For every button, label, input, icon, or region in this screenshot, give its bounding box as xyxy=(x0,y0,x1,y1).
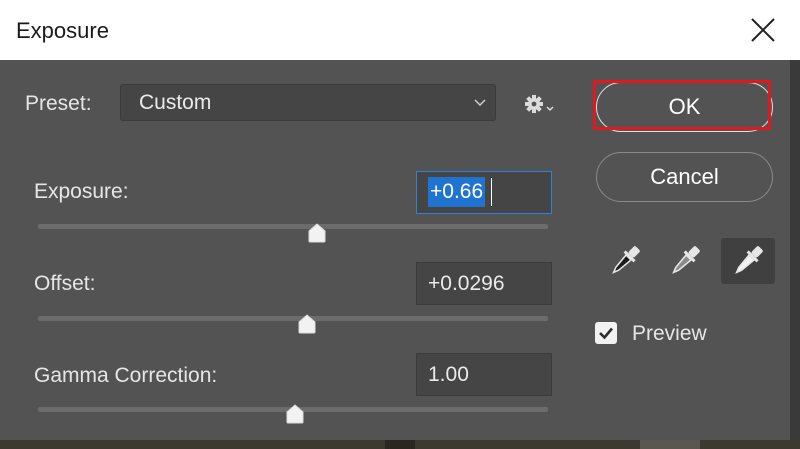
exposure-selected-text: +0.66 xyxy=(428,177,486,207)
offset-field[interactable] xyxy=(416,262,552,305)
chevron-down-icon xyxy=(474,99,486,107)
background-photo-fragment xyxy=(385,440,415,449)
preset-dropdown[interactable]: Custom xyxy=(120,84,496,121)
title-bar: Exposure xyxy=(0,0,800,60)
gamma-correction-slider-thumb[interactable] xyxy=(283,404,307,424)
gray-point-eyedropper-icon[interactable] xyxy=(664,240,706,282)
offset-slider-thumb[interactable] xyxy=(295,314,319,334)
preview-label: Preview xyxy=(632,322,707,345)
background-photo-fragment xyxy=(640,440,700,449)
gamma-correction-field[interactable] xyxy=(416,353,552,396)
white-point-eyedropper-icon xyxy=(735,246,763,274)
preset-value: Custom xyxy=(139,91,212,114)
white-point-eyedropper-button[interactable] xyxy=(721,238,775,284)
black-point-eyedropper-icon[interactable] xyxy=(604,240,646,282)
gamma-correction-label: Gamma Correction: xyxy=(34,364,218,387)
exposure-slider-track[interactable] xyxy=(38,224,548,229)
text-caret xyxy=(491,178,492,206)
preset-label: Preset: xyxy=(25,92,92,115)
cancel-button[interactable]: Cancel xyxy=(596,152,773,202)
ok-button[interactable]: OK xyxy=(596,82,773,132)
offset-label: Offset: xyxy=(34,272,96,295)
close-icon[interactable] xyxy=(748,15,778,45)
checkmark-icon xyxy=(599,327,613,340)
exposure-label: Exposure: xyxy=(34,180,129,203)
gear-icon[interactable] xyxy=(523,92,555,118)
dialog-title: Exposure xyxy=(16,18,109,43)
preview-checkbox[interactable] xyxy=(595,322,617,344)
exposure-slider-thumb[interactable] xyxy=(305,223,329,243)
offset-slider-track[interactable] xyxy=(38,316,548,321)
